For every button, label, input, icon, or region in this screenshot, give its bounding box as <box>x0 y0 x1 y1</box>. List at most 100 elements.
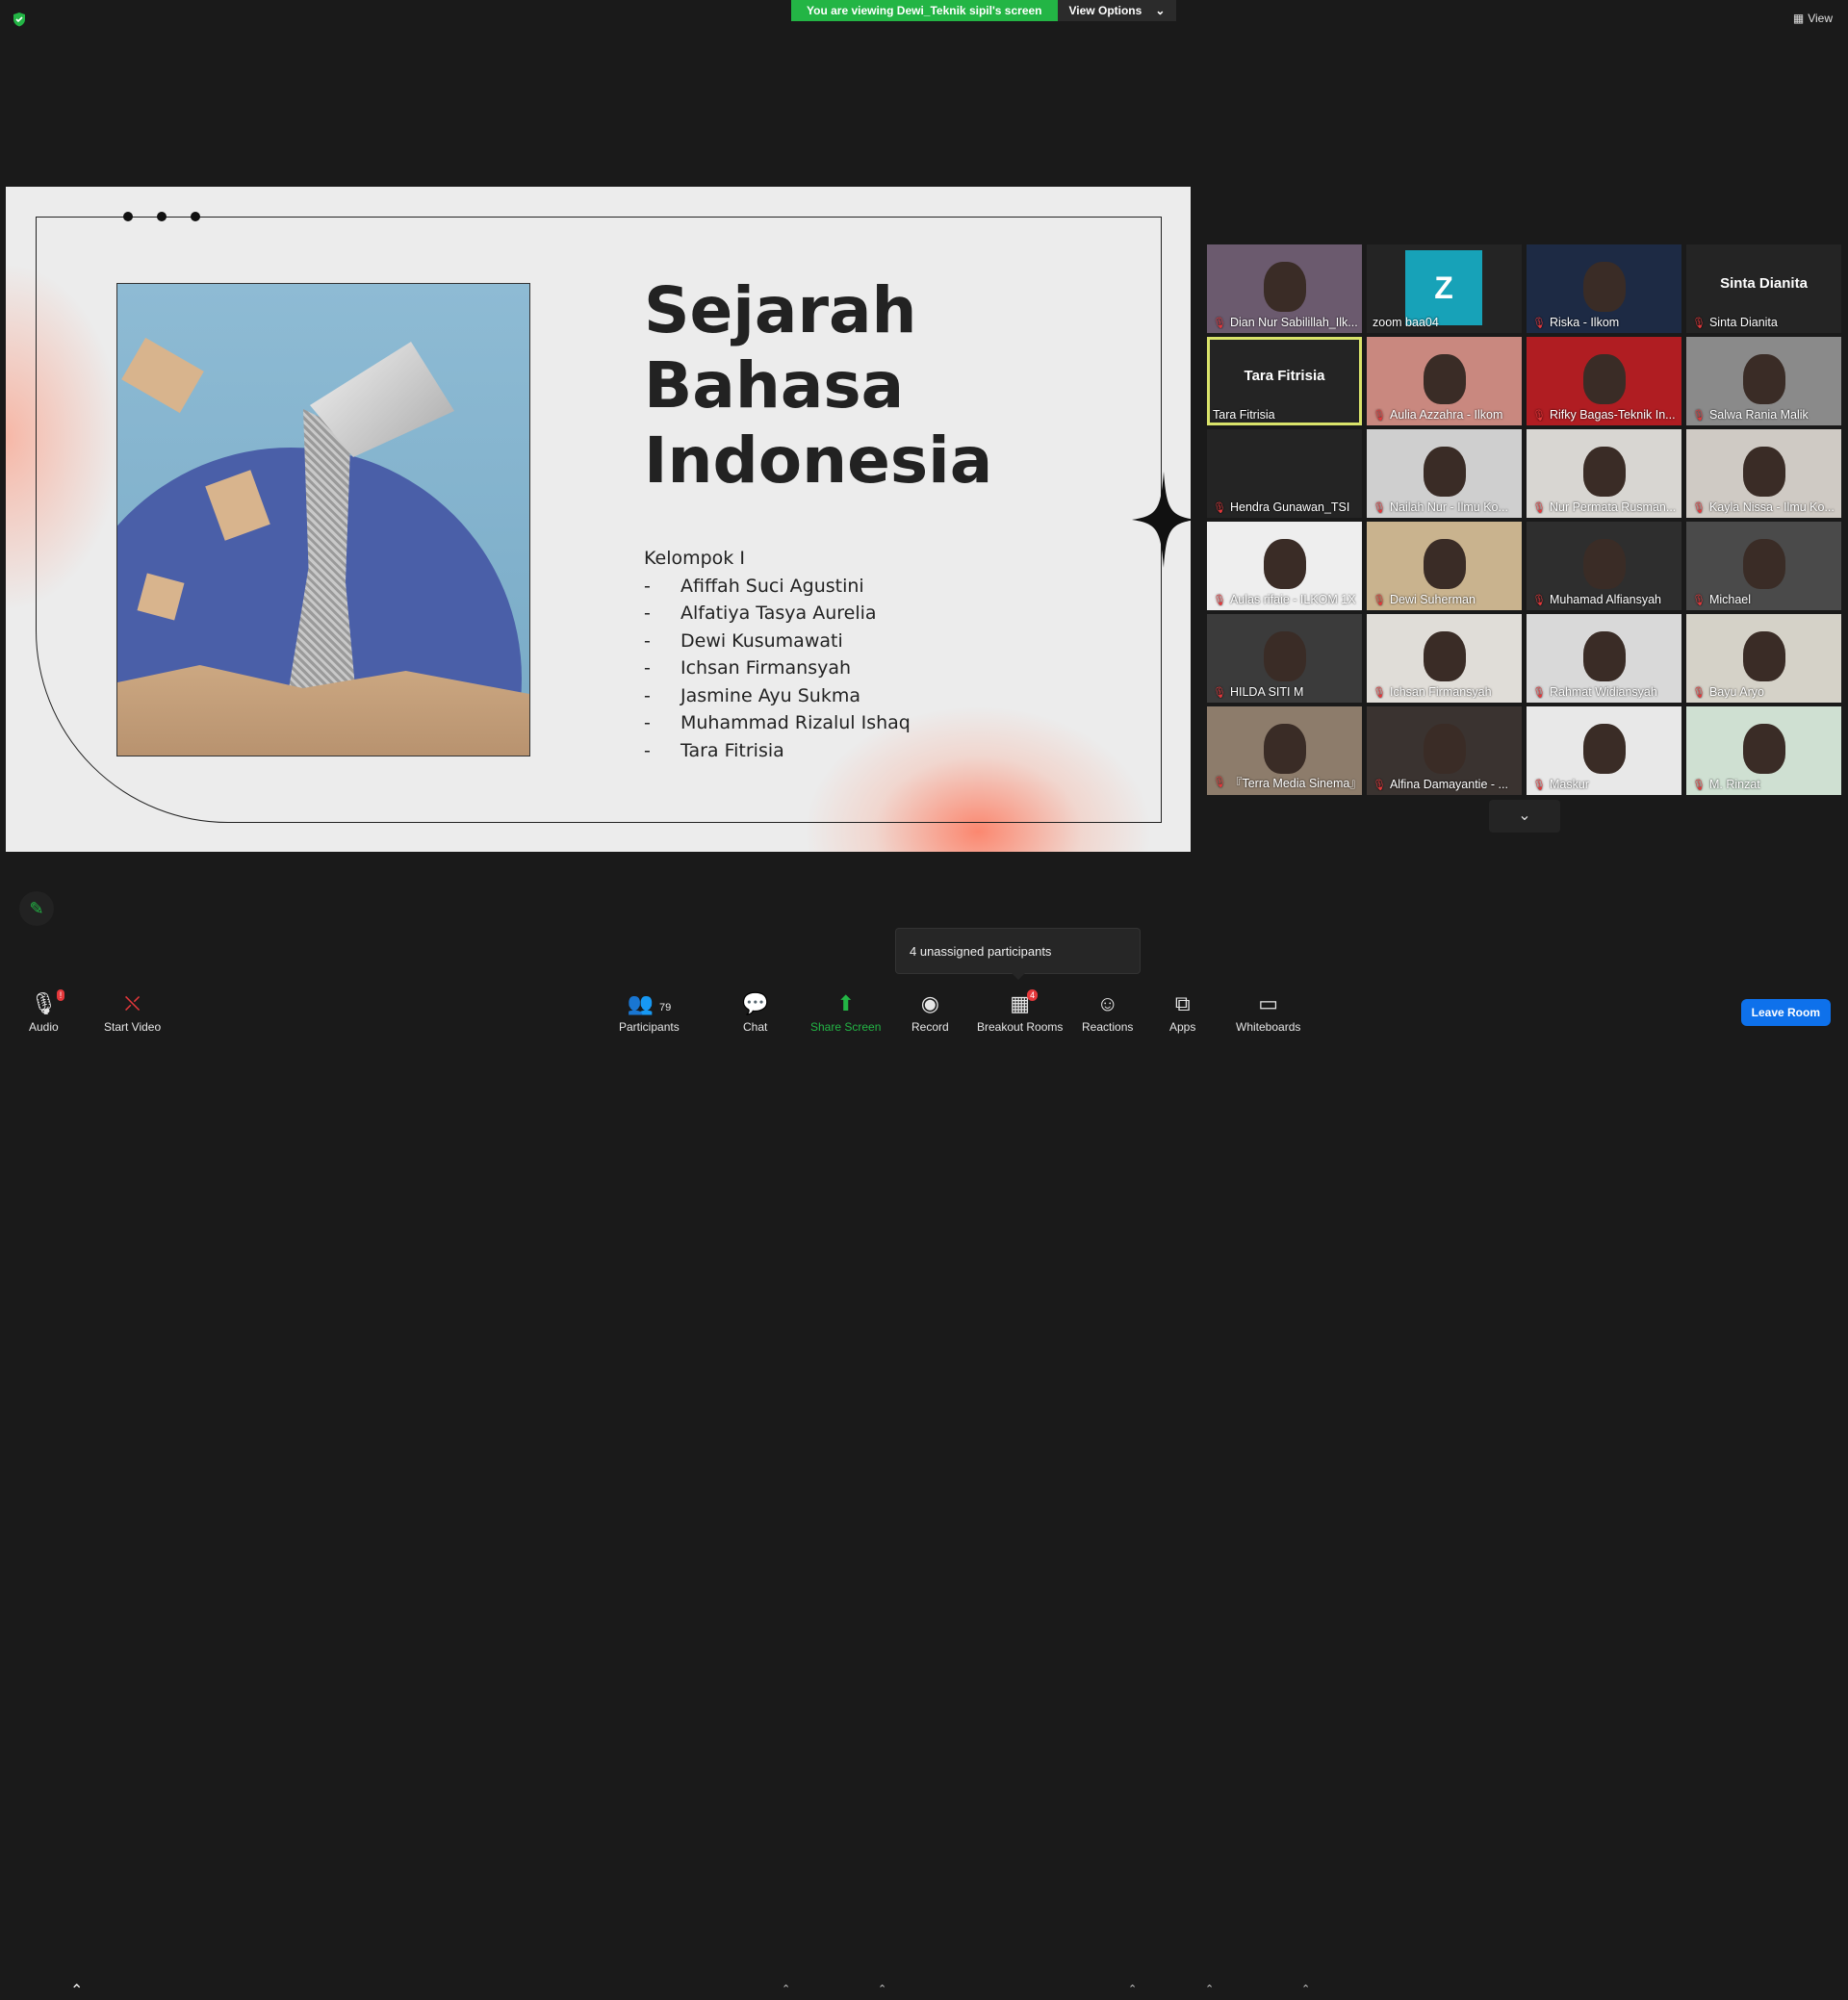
chat-caret-icon[interactable]: ⌃ <box>782 1983 790 1995</box>
apps-button[interactable]: ⧉ Apps <box>1169 991 1195 1034</box>
participant-tile[interactable]: Tara Fitrisia Tara Fitrisia <box>1207 337 1362 425</box>
participant-name: Nailah Nur - Ilmu Ko... <box>1389 500 1508 514</box>
mic-muted-icon: 🎙 <box>1213 594 1226 606</box>
participant-name-bar: 🎙 『Terra Media Sinema』 <box>1213 773 1358 791</box>
mic-muted-icon: 🎙 <box>1373 409 1386 422</box>
annotate-pen-icon[interactable]: ✎ <box>19 891 54 926</box>
participant-name: Rifky Bagas-Teknik In... <box>1549 408 1676 422</box>
chat-button[interactable]: 💬 Chat <box>742 991 768 1034</box>
participant-tile[interactable]: 🎙 Salwa Rania Malik <box>1686 337 1841 425</box>
participant-tile[interactable]: 🎙 Dewi Suherman <box>1367 522 1522 610</box>
apps-caret-icon[interactable]: ⌃ <box>1205 1983 1214 1995</box>
mic-muted-icon: 🎙 <box>1213 686 1226 699</box>
grid-view-icon: ▦ <box>1792 12 1805 25</box>
decor-dot <box>191 212 200 221</box>
unassigned-tooltip: 4 unassigned participants <box>895 928 1141 980</box>
participant-tile[interactable]: 🎙 Hendra Gunawan_TSI <box>1207 429 1362 518</box>
participant-tile[interactable]: 🎙 Rifky Bagas-Teknik In... <box>1527 337 1681 425</box>
participant-video <box>1263 539 1306 589</box>
mic-muted-icon: 🎙 <box>1373 501 1386 514</box>
whiteboards-caret-icon[interactable]: ⌃ <box>1301 1983 1310 1995</box>
screen-share-banner: You are viewing Dewi_Teknik sipil's scre… <box>791 0 1177 21</box>
participant-name-bar: 🎙 Sinta Dianita <box>1692 316 1837 329</box>
participant-name: M. Rinzat <box>1708 778 1760 791</box>
participant-name-bar: 🎙 Muhamad Alfiansyah <box>1532 593 1678 606</box>
participant-tile[interactable]: 🎙 『Terra Media Sinema』 <box>1207 706 1362 795</box>
participant-tile[interactable]: 🎙 Kayla Nissa - Ilmu Ko... <box>1686 429 1841 518</box>
participant-gallery: 🎙 Dian Nur Sabilillah_Ilk... Zzoom baa04 🎙 R… <box>1207 244 1843 795</box>
audio-button[interactable]: 🎙! Audio <box>29 989 65 1034</box>
participant-tile[interactable]: 🎙 Aulia Azzahra - Ilkom <box>1367 337 1522 425</box>
participant-name-bar: 🎙 Alfina Damayantie - ... <box>1373 778 1518 791</box>
participant-name-bar: 🎙 Aulas rifaie - ILKOM 1X <box>1213 593 1358 606</box>
view-button[interactable]: ▦ View <box>1793 12 1833 25</box>
whiteboards-button[interactable]: ▭ Whiteboards <box>1236 991 1300 1034</box>
participant-name: Hendra Gunawan_TSI <box>1229 500 1350 514</box>
participant-tile[interactable]: 🎙 M. Rinzat <box>1686 706 1841 795</box>
participant-video <box>1263 262 1306 312</box>
chevron-down-icon[interactable]: ⌄ <box>1489 800 1560 833</box>
participant-video <box>1263 724 1306 774</box>
participant-video <box>1582 631 1626 681</box>
participant-tile[interactable]: 🎙 Dian Nur Sabilillah_Ilk... <box>1207 244 1362 333</box>
view-options-button[interactable]: View Options ⌄ <box>1057 0 1177 21</box>
participant-tile[interactable]: 🎙 Nur Permata Rusman... <box>1527 429 1681 518</box>
start-video-button[interactable]: ⛌ Start Video <box>104 991 161 1034</box>
leave-room-button[interactable]: Leave Room <box>1740 999 1831 1026</box>
share-screen-icon: ⬆ <box>836 991 855 1015</box>
member-item: - Ichsan Firmansyah <box>644 657 852 679</box>
participant-tile[interactable]: 🎙 Nailah Nur - Ilmu Ko... <box>1367 429 1522 518</box>
participant-name: Aulas rifaie - ILKOM 1X <box>1229 593 1356 606</box>
participant-video <box>1582 262 1626 312</box>
participant-name-bar: 🎙 Maskur <box>1532 778 1678 791</box>
participant-video <box>1582 724 1626 774</box>
participant-name-bar: 🎙 Dian Nur Sabilillah_Ilk... <box>1213 316 1358 329</box>
mic-muted-icon: 🎙 <box>1532 409 1546 422</box>
mic-muted-icon: 🎙 <box>1532 594 1546 606</box>
participant-name: Maskur <box>1549 778 1589 791</box>
member-item: - Jasmine Ayu Sukma <box>644 684 860 706</box>
viewing-label: You are viewing Dewi_Teknik sipil's scre… <box>791 0 1058 21</box>
participant-display-name: Tara Fitrisia <box>1244 368 1325 384</box>
meeting-toolbar: 🎙! Audio ⌃ ⛌ Start Video 👥 79 Participan… <box>0 986 1848 1999</box>
participant-tile[interactable]: Zzoom baa04 <box>1367 244 1522 333</box>
participant-tile[interactable]: 🎙 Rahmat Widiansyah <box>1527 614 1681 703</box>
title-line: Sejarah <box>644 273 917 347</box>
security-shield-icon[interactable] <box>12 12 27 27</box>
participant-name-bar: 🎙 Dewi Suherman <box>1373 593 1518 606</box>
share-caret-icon[interactable]: ⌃ <box>878 1983 886 1995</box>
participant-tile[interactable]: 🎙 Alfina Damayantie - ... <box>1367 706 1522 795</box>
participant-tile[interactable]: 🎙 HILDA SITI M <box>1207 614 1362 703</box>
participant-name: 『Terra Media Sinema』 <box>1229 777 1358 790</box>
participant-tile[interactable]: Sinta Dianita 🎙 Sinta Dianita <box>1686 244 1841 333</box>
reactions-caret-icon[interactable]: ⌃ <box>1128 1983 1137 1995</box>
sparkle-icon <box>1132 472 1191 568</box>
megaphone-image <box>116 283 530 756</box>
participant-tile[interactable]: 🎙 Michael <box>1686 522 1841 610</box>
audio-caret-icon[interactable]: ⌃ <box>70 1981 83 2000</box>
mic-muted-icon: 🎙 <box>1373 779 1386 791</box>
participant-tile[interactable]: 🎙 Riska - Ilkom <box>1527 244 1681 333</box>
participant-tile[interactable]: 🎙 Muhamad Alfiansyah <box>1527 522 1681 610</box>
participant-name: Ichsan Firmansyah <box>1389 685 1492 699</box>
record-button[interactable]: ◉ Record <box>911 991 949 1034</box>
participant-tile[interactable]: 🎙 Aulas rifaie - ILKOM 1X <box>1207 522 1362 610</box>
participant-tile[interactable]: 🎙 Bayu Aryo <box>1686 614 1841 703</box>
member-item: - Dewi Kusumawati <box>644 629 843 652</box>
participants-button[interactable]: 👥 79 Participants <box>619 991 680 1034</box>
participant-tile[interactable]: 🎙 Maskur <box>1527 706 1681 795</box>
reactions-button[interactable]: ☺ Reactions <box>1082 991 1133 1034</box>
participant-tile[interactable]: 🎙 Ichsan Firmansyah <box>1367 614 1522 703</box>
participant-name-bar: 🎙 Kayla Nissa - Ilmu Ko... <box>1692 500 1837 514</box>
participant-video <box>1742 354 1785 404</box>
participant-name-bar: 🎙 Hendra Gunawan_TSI <box>1213 500 1358 514</box>
participant-name: HILDA SITI M <box>1229 685 1304 699</box>
breakout-rooms-button[interactable]: ▦ 4 Breakout Rooms <box>977 989 1063 1034</box>
participant-name-bar: 🎙 Rahmat Widiansyah <box>1532 685 1678 699</box>
mic-muted-icon: 🎙 <box>1213 501 1226 514</box>
participant-video <box>1423 447 1466 497</box>
share-screen-button[interactable]: ⬆ Share Screen <box>810 991 881 1034</box>
participant-name-bar: 🎙 Michael <box>1692 593 1837 606</box>
mic-muted-icon: 🎙 <box>1692 686 1706 699</box>
participant-video <box>1423 724 1466 774</box>
